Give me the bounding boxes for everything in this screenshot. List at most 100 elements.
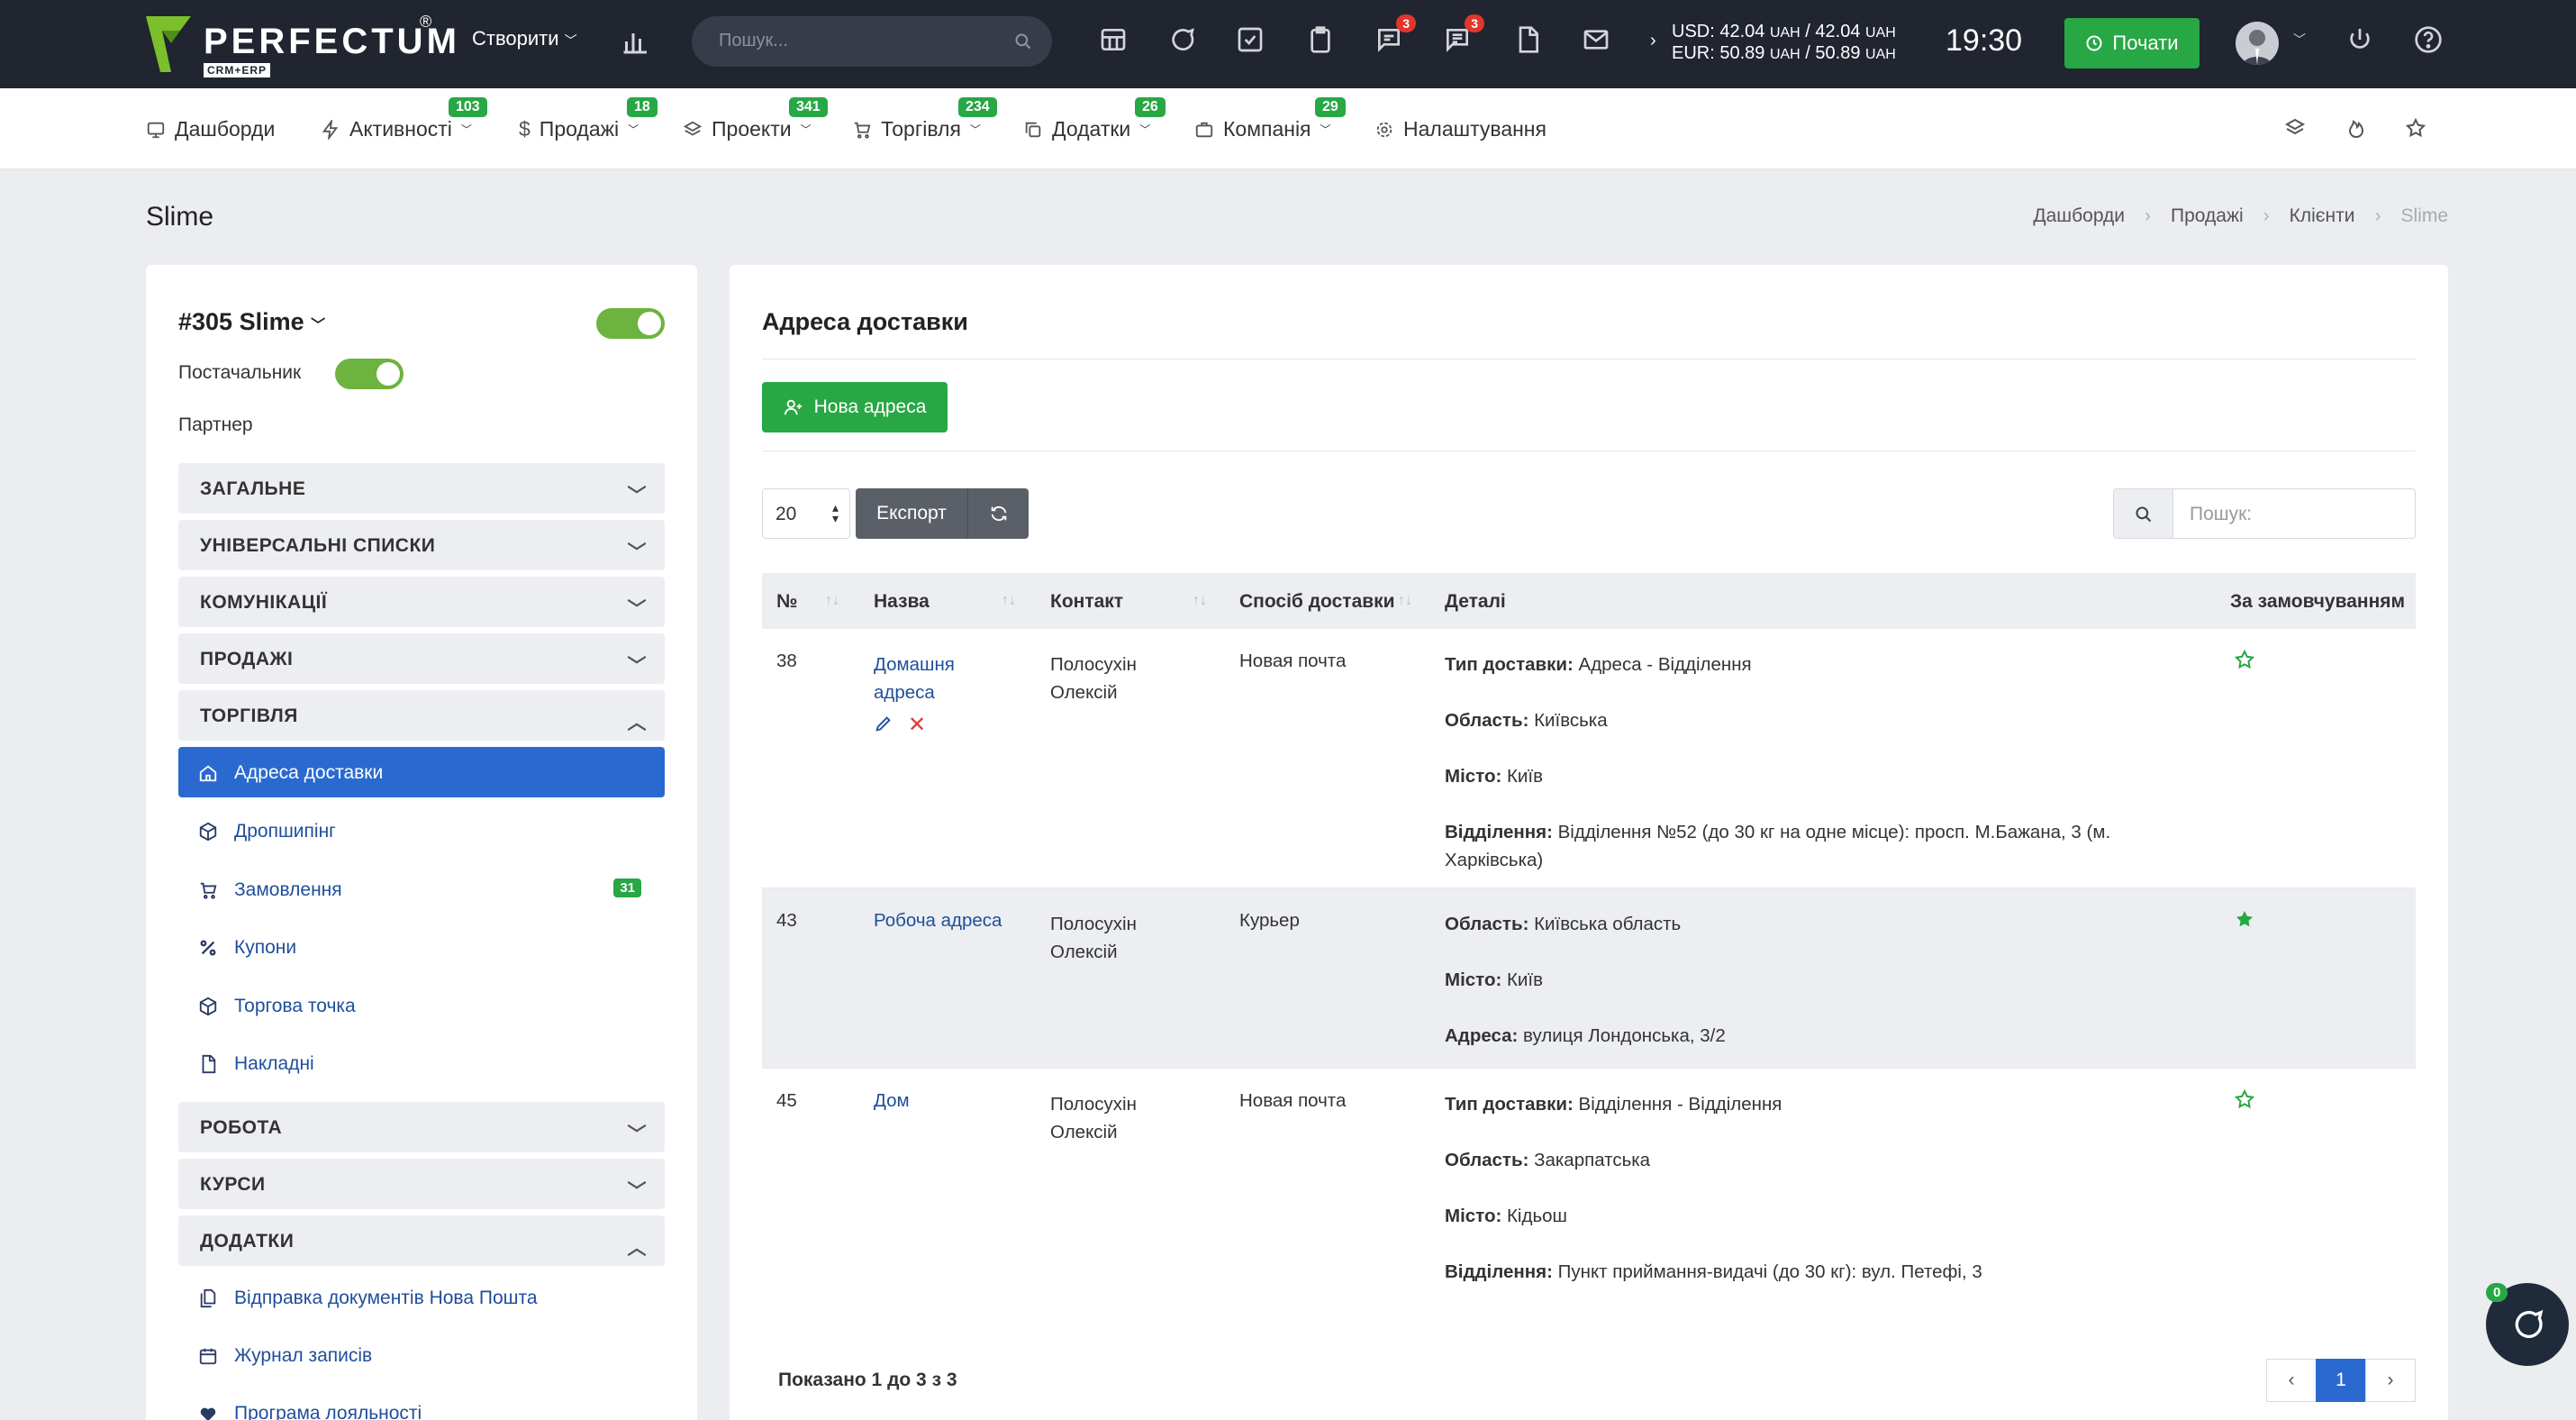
detail-value: Харківська) — [1445, 850, 1544, 870]
star-outline-icon[interactable] — [2234, 1088, 2255, 1110]
chevron-right-icon[interactable]: › — [1650, 31, 1656, 51]
row-name-link[interactable]: Робоча адреса — [874, 910, 1002, 932]
client-active-toggle[interactable] — [596, 308, 665, 339]
star-filled-icon[interactable] — [2234, 908, 2255, 930]
layers-icon[interactable] — [2284, 117, 2306, 139]
sidebar-item-label: Адреса доставки — [234, 762, 384, 783]
currency-rates: USD: 42.04 UAH / 42.04 UAH EUR: 50.89 UA… — [1672, 22, 1896, 65]
breadcrumb-item[interactable]: Дашборди — [2033, 205, 2125, 227]
detail-value: Відділення №52 (до 30 кг на одне місце):… — [1552, 822, 2111, 842]
refresh-icon — [991, 505, 1006, 522]
section-general[interactable]: ЗАГАЛЬНЕ ﹀ — [178, 463, 665, 514]
nav-settings[interactable]: Налаштування — [1374, 117, 1547, 141]
pencil-icon[interactable] — [874, 714, 893, 733]
messages-icon[interactable]: 3 — [1443, 14, 1484, 58]
stats-icon[interactable] — [620, 25, 652, 58]
help-icon[interactable] — [2414, 25, 2446, 58]
row-details: Тип доставки: Відділення - Відділення Об… — [1445, 1090, 2219, 1314]
nav-projects[interactable]: Проекти ﹀ 341 — [683, 97, 828, 141]
row-contact: Полосухін Олексій — [1050, 910, 1137, 966]
row-name-link[interactable]: Домашня адреса — [874, 651, 955, 706]
column-header-contact[interactable]: Контакт — [1050, 591, 1123, 613]
section-addons[interactable]: ДОДАТКИ ︿ — [178, 1215, 665, 1266]
avatar[interactable] — [2236, 22, 2279, 65]
nav-addons[interactable]: Додатки ﹀ 26 — [1023, 97, 1166, 141]
breadcrumb-item[interactable]: Продажі — [2171, 205, 2244, 227]
detail-value: Закарпатська — [1528, 1150, 1651, 1170]
sort-icon[interactable]: ↑↓ — [1398, 593, 1412, 609]
detail-value: Київська область — [1528, 914, 1682, 934]
fire-icon[interactable] — [2345, 117, 2367, 139]
sidebar-item-nova-poshta-docs[interactable]: Відправка документів Нова Пошта — [178, 1272, 665, 1323]
chevron-down-icon[interactable]: ﹀ — [2293, 31, 2306, 49]
new-address-button[interactable]: Нова адреса — [762, 382, 948, 432]
client-name-dropdown[interactable]: #305 Slime ﹀ — [178, 308, 325, 336]
column-header-delivery-method[interactable]: Спосіб доставки — [1239, 591, 1395, 613]
sidebar-item-trade-point[interactable]: Торгова точка — [178, 980, 665, 1031]
export-button[interactable]: Експорт — [856, 488, 967, 539]
column-header-name[interactable]: Назва — [874, 591, 930, 613]
next-page-button[interactable]: › — [2365, 1359, 2416, 1402]
sidebar-item-records-journal[interactable]: Журнал записів — [178, 1330, 665, 1380]
sidebar-item-orders[interactable]: Замовлення 31 — [178, 864, 665, 915]
logo[interactable]: PERFECTUM ® CRM+ERP — [144, 13, 457, 77]
supplier-label: Постачальник — [178, 362, 302, 383]
section-label: КУРСИ — [200, 1174, 266, 1195]
sidebar-item-label: Дропшипінг — [234, 821, 336, 842]
row-name-link[interactable]: Дом — [874, 1090, 910, 1112]
sidebar-item-loyalty-program[interactable]: Програма лояльності — [178, 1388, 665, 1420]
notifications-icon[interactable]: 3 — [1374, 14, 1416, 58]
section-trade[interactable]: ТОРГІВЛЯ ︿ — [178, 690, 665, 741]
sidebar-item-invoices[interactable]: Накладні — [178, 1038, 665, 1088]
section-universal-lists[interactable]: УНІВЕРСАЛЬНІ СПИСКИ ﹀ — [178, 520, 665, 570]
create-menu[interactable]: Створити ﹀ — [472, 27, 577, 50]
star-outline-icon[interactable] — [2234, 649, 2255, 670]
chevron-down-icon: ﹀ — [627, 1181, 647, 1202]
section-work[interactable]: РОБОТА ﹀ — [178, 1102, 665, 1152]
refresh-button[interactable] — [967, 488, 1029, 539]
calendar-table-icon[interactable] — [1099, 25, 1131, 58]
document-icon[interactable] — [1513, 25, 1546, 58]
mail-icon[interactable] — [1582, 25, 1614, 58]
page-size-select[interactable]: 20 ▴ ▾ — [762, 488, 850, 539]
chevron-down-icon: ﹀ — [1320, 123, 1331, 136]
prev-page-button[interactable]: ‹ — [2266, 1359, 2317, 1402]
column-header-number[interactable]: № — [776, 591, 797, 613]
gear-icon — [1376, 122, 1392, 137]
nav-activities[interactable]: Активності ﹀ 103 — [321, 97, 487, 141]
table-header: № ↑↓ Назва ↑↓ Контакт ↑↓ Спосіб доставки ↑↓ … — [762, 573, 2416, 629]
nav-company[interactable]: Компанія ﹀ 29 — [1194, 97, 1346, 141]
task-check-icon[interactable] — [1236, 25, 1268, 58]
chat-bubble-icon[interactable] — [1167, 25, 1200, 58]
section-communications[interactable]: КОМУНІКАЦІЇ ﹀ — [178, 577, 665, 627]
star-icon[interactable] — [2405, 117, 2426, 139]
global-search-input[interactable]: Пошук... — [692, 16, 1052, 67]
nav-trade[interactable]: Торгівля ﹀ 234 — [852, 97, 997, 141]
support-chat-button[interactable]: 0 — [2486, 1283, 2569, 1366]
sort-icon[interactable]: ↑↓ — [1002, 593, 1016, 609]
sidebar-item-dropshipping[interactable]: Дропшипінг — [178, 806, 665, 856]
supplier-toggle[interactable] — [335, 359, 404, 389]
close-icon[interactable]: ✕ — [908, 712, 926, 738]
breadcrumb: Дашборди › Продажі › Клієнти › Slime — [2033, 205, 2448, 227]
breadcrumb-separator: › — [2374, 205, 2381, 226]
clipboard-icon[interactable] — [1306, 25, 1338, 58]
table-search-input[interactable]: Пошук: — [2173, 489, 2415, 538]
export-label: Експорт — [876, 503, 947, 523]
logo-mark-icon — [146, 16, 191, 72]
start-timer-button[interactable]: Почати — [2064, 18, 2200, 68]
sidebar-item-delivery-address[interactable]: Адреса доставки — [178, 747, 665, 797]
nav-sales[interactable]: $ Продажі ﹀ 18 — [519, 97, 658, 141]
page-title: Slime — [146, 202, 214, 232]
nav-dashboards[interactable]: Дашборди — [146, 117, 275, 141]
power-icon[interactable] — [2345, 25, 2378, 58]
section-courses[interactable]: КУРСИ ﹀ — [178, 1159, 665, 1209]
sidebar-item-coupons[interactable]: Купони — [178, 922, 665, 972]
section-sales[interactable]: ПРОДАЖІ ﹀ — [178, 633, 665, 684]
sort-icon[interactable]: ↑↓ — [825, 593, 839, 609]
breadcrumb-item[interactable]: Клієнти — [2290, 205, 2355, 227]
detail-value: Пункт приймання-видачі (до 30 кг): вул. … — [1552, 1261, 1982, 1282]
page-button-current[interactable]: 1 — [2316, 1359, 2366, 1402]
breadcrumb-separator: › — [2263, 205, 2270, 226]
sort-icon[interactable]: ↑↓ — [1193, 593, 1207, 609]
